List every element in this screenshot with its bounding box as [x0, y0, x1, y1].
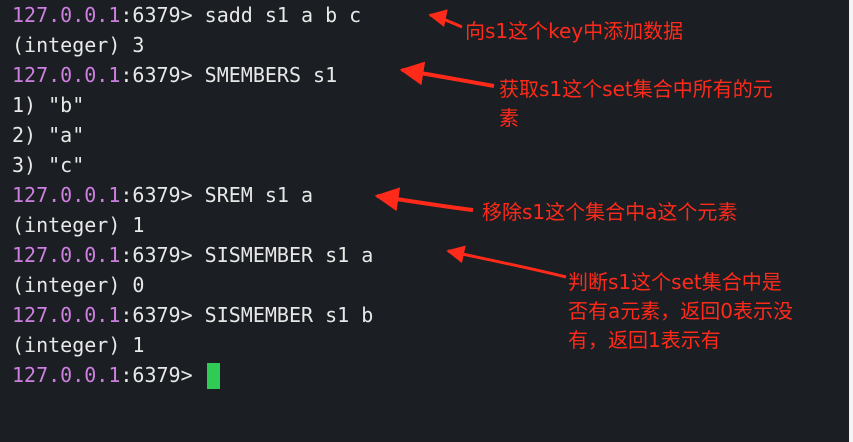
annotation-sismember: 判断s1这个set集合中是 否有a元素，返回0表示没 有，返回1表示有 [568, 270, 793, 352]
terminal-line-3: 127.0.0.1:6379> SMEMBERS s1 [12, 60, 337, 90]
text-cursor [206, 362, 220, 389]
terminal-line-7: 127.0.0.1:6379> SREM s1 a [12, 180, 313, 210]
output-text: (integer) 3 [12, 33, 145, 57]
prompt-host: 127.0.0.1 [12, 363, 121, 387]
prompt-port: :6379> [120, 183, 193, 207]
output-text: (integer) 1 [12, 333, 145, 357]
terminal-line-2: (integer) 3 [12, 30, 144, 60]
terminal-line-10: (integer) 0 [12, 270, 144, 300]
terminal-line-5: 2) "a" [12, 120, 84, 150]
command-text: sadd s1 a b c [192, 3, 362, 27]
terminal-line-11: 127.0.0.1:6379> SISMEMBER s1 b [12, 300, 373, 330]
command-text: SISMEMBER s1 b [192, 303, 374, 327]
output-text: 2) "a" [12, 123, 85, 147]
terminal-line-8: (integer) 1 [12, 210, 144, 240]
prompt-port: :6379> [120, 363, 193, 387]
output-text: (integer) 0 [12, 273, 145, 297]
annotation-srem: 移除s1这个集合中a这个元素 [482, 200, 738, 224]
terminal-line-13[interactable]: 127.0.0.1:6379> [12, 360, 220, 390]
terminal-line-1: 127.0.0.1:6379> sadd s1 a b c [12, 0, 361, 30]
command-text: SISMEMBER s1 a [192, 243, 374, 267]
prompt-port: :6379> [120, 243, 193, 267]
terminal-line-6: 3) "c" [12, 150, 84, 180]
prompt-port: :6379> [120, 3, 193, 27]
prompt-host: 127.0.0.1 [12, 303, 121, 327]
command-text: SREM s1 a [192, 183, 314, 207]
prompt-host: 127.0.0.1 [12, 243, 121, 267]
annotation-smembers: 获取s1这个set集合中所有的元 素 [499, 77, 773, 130]
terminal-line-9: 127.0.0.1:6379> SISMEMBER s1 a [12, 240, 373, 270]
command-text [193, 363, 205, 387]
output-text: 3) "c" [12, 153, 85, 177]
annotation-sadd: 向s1这个key中添加数据 [465, 19, 684, 43]
output-text: (integer) 1 [12, 213, 145, 237]
terminal-line-4: 1) "b" [12, 90, 84, 120]
output-text: 1) "b" [12, 93, 85, 117]
prompt-host: 127.0.0.1 [12, 63, 121, 87]
prompt-host: 127.0.0.1 [12, 3, 121, 27]
terminal-line-12: (integer) 1 [12, 330, 144, 360]
prompt-port: :6379> [120, 63, 193, 87]
command-text: SMEMBERS s1 [192, 63, 338, 87]
prompt-host: 127.0.0.1 [12, 183, 121, 207]
prompt-port: :6379> [120, 303, 193, 327]
